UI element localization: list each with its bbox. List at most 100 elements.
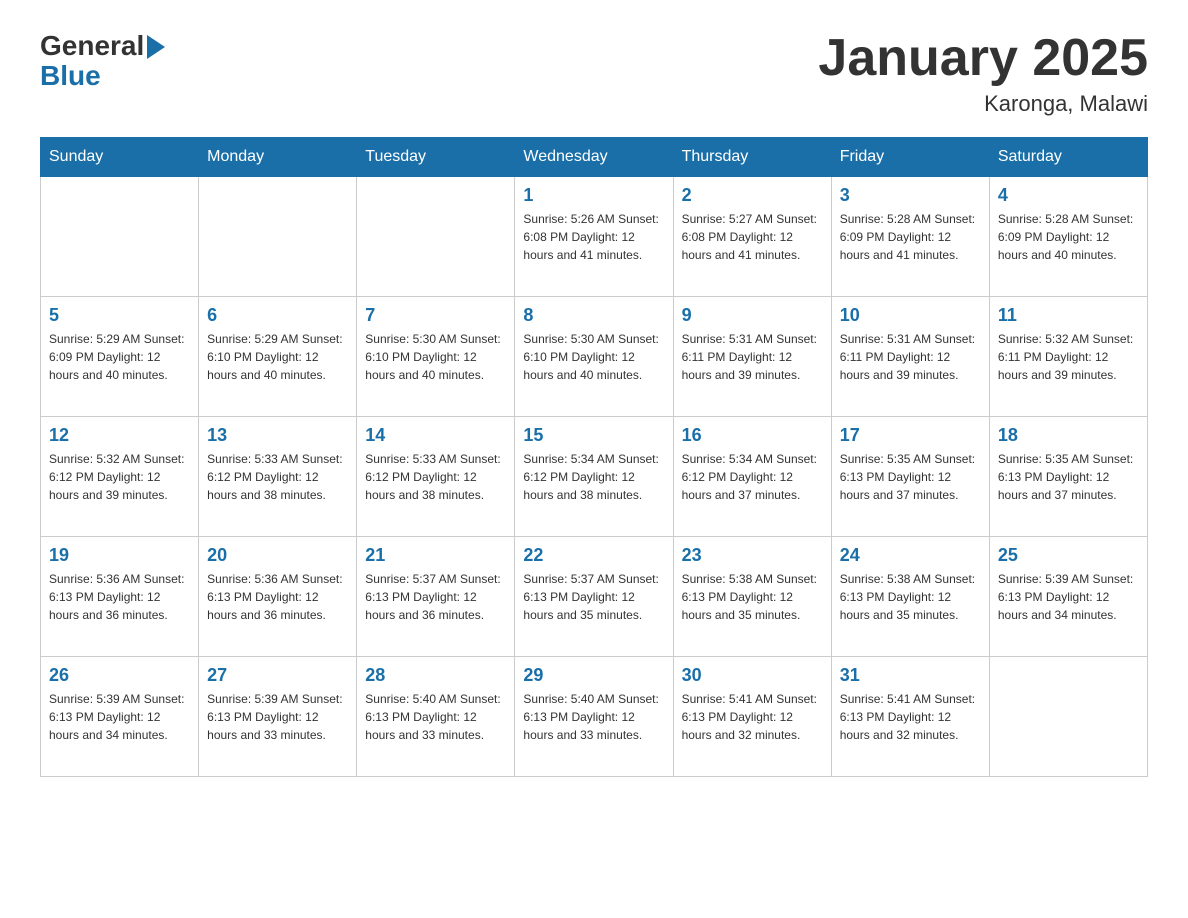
- calendar-cell: 15Sunrise: 5:34 AM Sunset: 6:12 PM Dayli…: [515, 417, 673, 537]
- calendar-cell: 8 Sunrise: 5:30 AM Sunset: 6:10 PM Daylig…: [515, 297, 673, 417]
- day-info: Sunrise: 5:28 AM Sunset: 6:09 PM Dayligh…: [998, 210, 1139, 264]
- day-number: 23: [682, 545, 823, 566]
- day-info: Sunrise: 5:41 AM Sunset: 6:13 PM Dayligh…: [840, 690, 981, 744]
- day-info: Sunrise: 5:31 AM Sunset: 6:11 PM Dayligh…: [840, 330, 981, 384]
- day-number: 9: [682, 305, 823, 326]
- day-number: 17: [840, 425, 981, 446]
- day-number: 28: [365, 665, 506, 686]
- calendar-cell: [357, 177, 515, 297]
- column-header-sunday: Sunday: [41, 138, 199, 177]
- day-number: 11: [998, 305, 1139, 326]
- day-number: 22: [523, 545, 664, 566]
- day-info: Sunrise: 5:39 AM Sunset: 6:13 PM Dayligh…: [998, 570, 1139, 624]
- calendar-week-row: 5 Sunrise: 5:29 AM Sunset: 6:09 PM Daylig…: [41, 297, 1148, 417]
- day-number: 26: [49, 665, 190, 686]
- day-number: 3: [840, 185, 981, 206]
- calendar-cell: 19Sunrise: 5:36 AM Sunset: 6:13 PM Dayli…: [41, 537, 199, 657]
- day-info: Sunrise: 5:40 AM Sunset: 6:13 PM Dayligh…: [365, 690, 506, 744]
- day-number: 6: [207, 305, 348, 326]
- calendar-cell: 5 Sunrise: 5:29 AM Sunset: 6:09 PM Daylig…: [41, 297, 199, 417]
- day-number: 10: [840, 305, 981, 326]
- calendar-cell: 21Sunrise: 5:37 AM Sunset: 6:13 PM Dayli…: [357, 537, 515, 657]
- calendar-cell: 16 Sunrise: 5:34 AM Sunset: 6:12 PM Dayli…: [673, 417, 831, 537]
- day-number: 29: [523, 665, 664, 686]
- day-info: Sunrise: 5:35 AM Sunset: 6:13 PM Dayligh…: [998, 450, 1139, 504]
- calendar-cell: [199, 177, 357, 297]
- day-number: 21: [365, 545, 506, 566]
- day-info: Sunrise: 5:40 AM Sunset: 6:13 PM Dayligh…: [523, 690, 664, 744]
- calendar-subtitle: Karonga, Malawi: [818, 91, 1148, 117]
- calendar-cell: 25 Sunrise: 5:39 AM Sunset: 6:13 PM Dayli…: [989, 537, 1147, 657]
- page-header: General Blue January 2025 Karonga, Malaw…: [40, 30, 1148, 117]
- day-info: Sunrise: 5:31 AM Sunset: 6:11 PM Dayligh…: [682, 330, 823, 384]
- day-info: Sunrise: 5:34 AM Sunset: 6:12 PM Dayligh…: [682, 450, 823, 504]
- calendar-cell: 26 Sunrise: 5:39 AM Sunset: 6:13 PM Dayli…: [41, 657, 199, 777]
- calendar-cell: 24Sunrise: 5:38 AM Sunset: 6:13 PM Dayli…: [831, 537, 989, 657]
- calendar-cell: 30 Sunrise: 5:41 AM Sunset: 6:13 PM Dayli…: [673, 657, 831, 777]
- day-number: 1: [523, 185, 664, 206]
- day-info: Sunrise: 5:39 AM Sunset: 6:13 PM Dayligh…: [207, 690, 348, 744]
- calendar-cell: [41, 177, 199, 297]
- day-number: 13: [207, 425, 348, 446]
- calendar-cell: 28 Sunrise: 5:40 AM Sunset: 6:13 PM Dayli…: [357, 657, 515, 777]
- calendar-week-row: 1 Sunrise: 5:26 AM Sunset: 6:08 PM Daylig…: [41, 177, 1148, 297]
- calendar-cell: 17 Sunrise: 5:35 AM Sunset: 6:13 PM Dayli…: [831, 417, 989, 537]
- calendar-week-row: 19 Sunrise: 5:36 AM Sunset: 6:13 PM Dayli…: [41, 537, 1148, 657]
- day-number: 18: [998, 425, 1139, 446]
- day-info: Sunrise: 5:38 AM Sunset: 6:13 PM Dayligh…: [840, 570, 981, 624]
- calendar-cell: 9 Sunrise: 5:31 AM Sunset: 6:11 PM Daylig…: [673, 297, 831, 417]
- day-number: 16: [682, 425, 823, 446]
- logo-triangle-icon: [147, 35, 165, 59]
- calendar-cell: 10 Sunrise: 5:31 AM Sunset: 6:11 PM Dayli…: [831, 297, 989, 417]
- day-number: 30: [682, 665, 823, 686]
- calendar-cell: 22Sunrise: 5:37 AM Sunset: 6:13 PM Dayli…: [515, 537, 673, 657]
- calendar-cell: 2 Sunrise: 5:27 AM Sunset: 6:08 PM Daylig…: [673, 177, 831, 297]
- day-info: Sunrise: 5:30 AM Sunset: 6:10 PM Dayligh…: [365, 330, 506, 384]
- column-header-tuesday: Tuesday: [357, 138, 515, 177]
- day-info: Sunrise: 5:34 AM Sunset: 6:12 PM Dayligh…: [523, 450, 664, 504]
- calendar-title-block: January 2025 Karonga, Malawi: [818, 30, 1148, 117]
- day-number: 5: [49, 305, 190, 326]
- day-number: 7: [365, 305, 506, 326]
- day-info: Sunrise: 5:33 AM Sunset: 6:12 PM Dayligh…: [365, 450, 506, 504]
- calendar-table: SundayMondayTuesdayWednesdayThursdayFrid…: [40, 137, 1148, 777]
- calendar-cell: 27 Sunrise: 5:39 AM Sunset: 6:13 PM Dayli…: [199, 657, 357, 777]
- column-header-saturday: Saturday: [989, 138, 1147, 177]
- day-info: Sunrise: 5:41 AM Sunset: 6:13 PM Dayligh…: [682, 690, 823, 744]
- day-info: Sunrise: 5:35 AM Sunset: 6:13 PM Dayligh…: [840, 450, 981, 504]
- day-info: Sunrise: 5:39 AM Sunset: 6:13 PM Dayligh…: [49, 690, 190, 744]
- calendar-cell: 14Sunrise: 5:33 AM Sunset: 6:12 PM Dayli…: [357, 417, 515, 537]
- column-header-thursday: Thursday: [673, 138, 831, 177]
- day-info: Sunrise: 5:29 AM Sunset: 6:09 PM Dayligh…: [49, 330, 190, 384]
- day-number: 20: [207, 545, 348, 566]
- calendar-header-row: SundayMondayTuesdayWednesdayThursdayFrid…: [41, 138, 1148, 177]
- day-info: Sunrise: 5:36 AM Sunset: 6:13 PM Dayligh…: [207, 570, 348, 624]
- day-info: Sunrise: 5:27 AM Sunset: 6:08 PM Dayligh…: [682, 210, 823, 264]
- day-number: 2: [682, 185, 823, 206]
- calendar-cell: 13 Sunrise: 5:33 AM Sunset: 6:12 PM Dayli…: [199, 417, 357, 537]
- calendar-cell: 11Sunrise: 5:32 AM Sunset: 6:11 PM Dayli…: [989, 297, 1147, 417]
- day-info: Sunrise: 5:32 AM Sunset: 6:12 PM Dayligh…: [49, 450, 190, 504]
- day-number: 12: [49, 425, 190, 446]
- day-info: Sunrise: 5:33 AM Sunset: 6:12 PM Dayligh…: [207, 450, 348, 504]
- day-info: Sunrise: 5:28 AM Sunset: 6:09 PM Dayligh…: [840, 210, 981, 264]
- calendar-week-row: 12 Sunrise: 5:32 AM Sunset: 6:12 PM Dayli…: [41, 417, 1148, 537]
- day-info: Sunrise: 5:26 AM Sunset: 6:08 PM Dayligh…: [523, 210, 664, 264]
- day-number: 25: [998, 545, 1139, 566]
- calendar-cell: 3 Sunrise: 5:28 AM Sunset: 6:09 PM Daylig…: [831, 177, 989, 297]
- calendar-cell: 29 Sunrise: 5:40 AM Sunset: 6:13 PM Dayli…: [515, 657, 673, 777]
- calendar-cell: 18 Sunrise: 5:35 AM Sunset: 6:13 PM Dayli…: [989, 417, 1147, 537]
- day-number: 27: [207, 665, 348, 686]
- calendar-title: January 2025: [818, 30, 1148, 87]
- logo-blue: Blue: [40, 62, 101, 90]
- column-header-friday: Friday: [831, 138, 989, 177]
- calendar-cell: [989, 657, 1147, 777]
- calendar-cell: 12 Sunrise: 5:32 AM Sunset: 6:12 PM Dayli…: [41, 417, 199, 537]
- day-number: 19: [49, 545, 190, 566]
- logo: General Blue: [40, 30, 165, 90]
- day-info: Sunrise: 5:30 AM Sunset: 6:10 PM Dayligh…: [523, 330, 664, 384]
- day-number: 31: [840, 665, 981, 686]
- calendar-cell: 1 Sunrise: 5:26 AM Sunset: 6:08 PM Daylig…: [515, 177, 673, 297]
- day-number: 8: [523, 305, 664, 326]
- calendar-cell: 4Sunrise: 5:28 AM Sunset: 6:09 PM Daylig…: [989, 177, 1147, 297]
